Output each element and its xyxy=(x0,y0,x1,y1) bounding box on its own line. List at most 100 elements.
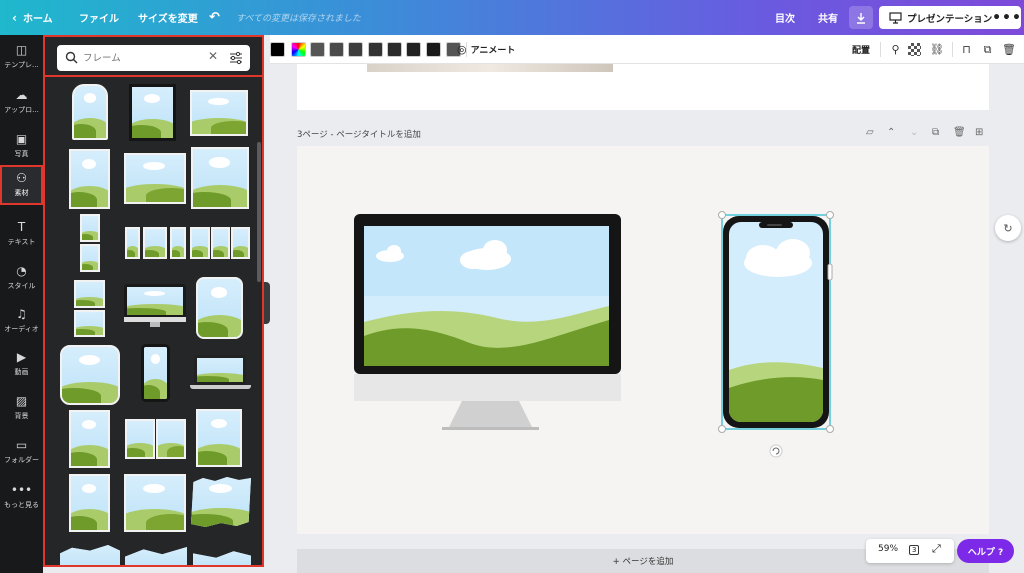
frame-thumbnail[interactable] xyxy=(125,547,187,565)
rail-item-video[interactable]: ▶ 動画 xyxy=(0,344,43,384)
duplicate-page-icon[interactable]: ⧉ xyxy=(932,127,939,138)
more-options-button[interactable]: ••• xyxy=(992,6,1021,29)
trash-icon[interactable]: 🗑 xyxy=(1002,43,1016,56)
frame-thumbnail[interactable] xyxy=(196,277,243,339)
note-icon[interactable]: ▱ xyxy=(866,127,874,138)
phone-frame[interactable] xyxy=(723,216,829,428)
frame-thumbnail[interactable] xyxy=(60,545,120,565)
rail-item-background[interactable]: ▨ 背景 xyxy=(0,388,43,428)
present-icon xyxy=(889,11,902,24)
elements-panel: ✕ xyxy=(43,35,264,567)
resize-button[interactable]: サイズを変更 xyxy=(138,0,198,35)
frame-thumbnail[interactable] xyxy=(129,84,176,141)
add-page-icon[interactable]: ⊞ xyxy=(975,127,983,138)
rail-item-style[interactable]: ◔ スタイル xyxy=(0,258,43,298)
frame-thumbnail[interactable] xyxy=(69,410,110,468)
frame-thumbnail[interactable] xyxy=(231,227,250,259)
paint-format-icon[interactable]: ⚲ xyxy=(889,43,902,56)
frame-thumbnail[interactable] xyxy=(74,280,105,308)
zoom-level[interactable]: 59% xyxy=(878,544,898,554)
rail-item-text[interactable]: T テキスト xyxy=(0,214,43,254)
color-swatch[interactable] xyxy=(329,42,344,57)
desktop-monitor-frame[interactable] xyxy=(354,214,621,430)
present-label: プレゼンテーション xyxy=(907,13,993,25)
color-swatch[interactable] xyxy=(270,42,285,57)
color-swatch[interactable] xyxy=(426,42,441,57)
video-icon: ▶ xyxy=(16,350,27,364)
phone-frame-thumbnail[interactable] xyxy=(141,344,170,402)
rail-item-photos[interactable]: ▣ 写真 xyxy=(0,126,43,166)
arrange-button[interactable]: 配置 xyxy=(852,35,870,64)
frame-thumbnail[interactable] xyxy=(190,227,210,259)
frame-thumbnail[interactable] xyxy=(69,474,110,532)
frame-thumbnail[interactable] xyxy=(156,419,186,459)
file-menu-button[interactable]: ファイル xyxy=(79,0,119,35)
desktop-frame-thumbnail[interactable] xyxy=(124,284,186,328)
refresh-comment-button[interactable]: ↻ xyxy=(995,215,1021,241)
frame-thumbnail[interactable] xyxy=(211,227,230,259)
template-icon: ◫ xyxy=(15,43,28,57)
fullscreen-icon[interactable]: ⤢ xyxy=(932,542,941,556)
frame-thumbnail[interactable] xyxy=(124,474,186,532)
frame-thumbnail[interactable] xyxy=(196,409,242,467)
frame-thumbnail[interactable] xyxy=(125,419,155,459)
frame-thumbnail[interactable] xyxy=(190,90,248,136)
page-title[interactable]: 3ページ - ページタイトルを追加 xyxy=(297,128,421,140)
frame-thumbnail[interactable] xyxy=(74,310,105,337)
frame-thumbnail[interactable] xyxy=(191,477,251,527)
chevron-up-icon[interactable]: ⌃ xyxy=(887,127,895,138)
frame-thumbnail[interactable] xyxy=(124,153,186,204)
toolbar-divider xyxy=(952,42,953,57)
rail-item-more[interactable]: ••• もっと見る xyxy=(0,477,43,517)
laptop-frame-thumbnail[interactable] xyxy=(190,355,251,391)
duplicate-icon[interactable]: ⧉ xyxy=(981,43,994,56)
frame-thumbnail[interactable] xyxy=(72,84,108,140)
animate-label: アニメート xyxy=(470,46,516,56)
frame-thumbnail[interactable] xyxy=(170,227,186,259)
color-swatch[interactable] xyxy=(368,42,383,57)
help-button[interactable]: ヘルプ ? xyxy=(957,539,1014,563)
style-icon: ◔ xyxy=(16,264,27,278)
previous-page xyxy=(297,64,989,110)
animate-button[interactable]: ◎ アニメート xyxy=(457,35,515,64)
frame-thumbnail[interactable] xyxy=(193,551,251,565)
color-picker-swatch[interactable] xyxy=(291,42,306,57)
panel-collapse-handle[interactable] xyxy=(264,282,270,324)
transparency-icon[interactable] xyxy=(908,43,921,56)
rail-item-templates[interactable]: ◫ テンプレ... xyxy=(0,37,43,77)
frame-thumbnail[interactable] xyxy=(69,149,110,209)
page-count[interactable]: 3 xyxy=(909,545,920,555)
filter-icon[interactable] xyxy=(229,51,243,65)
present-button[interactable]: プレゼンテーション xyxy=(879,6,1003,29)
panel-scrollbar[interactable] xyxy=(257,142,261,282)
delete-page-icon[interactable]: 🗑 xyxy=(953,127,966,138)
home-button[interactable]: ‹ ホーム xyxy=(12,0,53,35)
undo-icon[interactable]: ↶ xyxy=(209,0,220,35)
share-button[interactable]: 共有 xyxy=(818,0,838,35)
search-input[interactable] xyxy=(83,49,201,67)
rail-item-folder[interactable]: ▭ フォルダー xyxy=(0,432,43,472)
clear-icon[interactable]: ✕ xyxy=(208,49,218,63)
frame-thumbnail[interactable] xyxy=(60,345,120,405)
color-swatch[interactable] xyxy=(348,42,363,57)
download-button[interactable] xyxy=(849,6,873,29)
frame-thumbnail[interactable] xyxy=(80,214,100,242)
frame-thumbnail[interactable] xyxy=(191,147,249,209)
chevron-down-icon[interactable]: ⌄ xyxy=(910,127,918,138)
more-icon: ••• xyxy=(10,483,33,497)
color-swatch[interactable] xyxy=(387,42,402,57)
frame-thumbnail[interactable] xyxy=(125,227,140,259)
page-canvas[interactable] xyxy=(297,146,989,534)
search-divider xyxy=(45,75,262,77)
toc-button[interactable]: 目次 xyxy=(775,0,795,35)
rail-item-uploads[interactable]: ☁ アップロ... xyxy=(0,82,43,122)
link-icon[interactable]: ⛓ xyxy=(930,43,944,56)
frame-thumbnail[interactable] xyxy=(143,227,167,259)
toolbar-divider xyxy=(880,42,881,57)
rail-item-audio[interactable]: ♫ オーディオ xyxy=(0,301,43,341)
color-swatch[interactable] xyxy=(310,42,325,57)
rail-item-elements[interactable]: ⚇ 素材 xyxy=(0,165,43,205)
lock-icon[interactable]: ⊓ xyxy=(960,43,973,56)
frame-thumbnail[interactable] xyxy=(80,244,100,272)
color-swatch[interactable] xyxy=(406,42,421,57)
